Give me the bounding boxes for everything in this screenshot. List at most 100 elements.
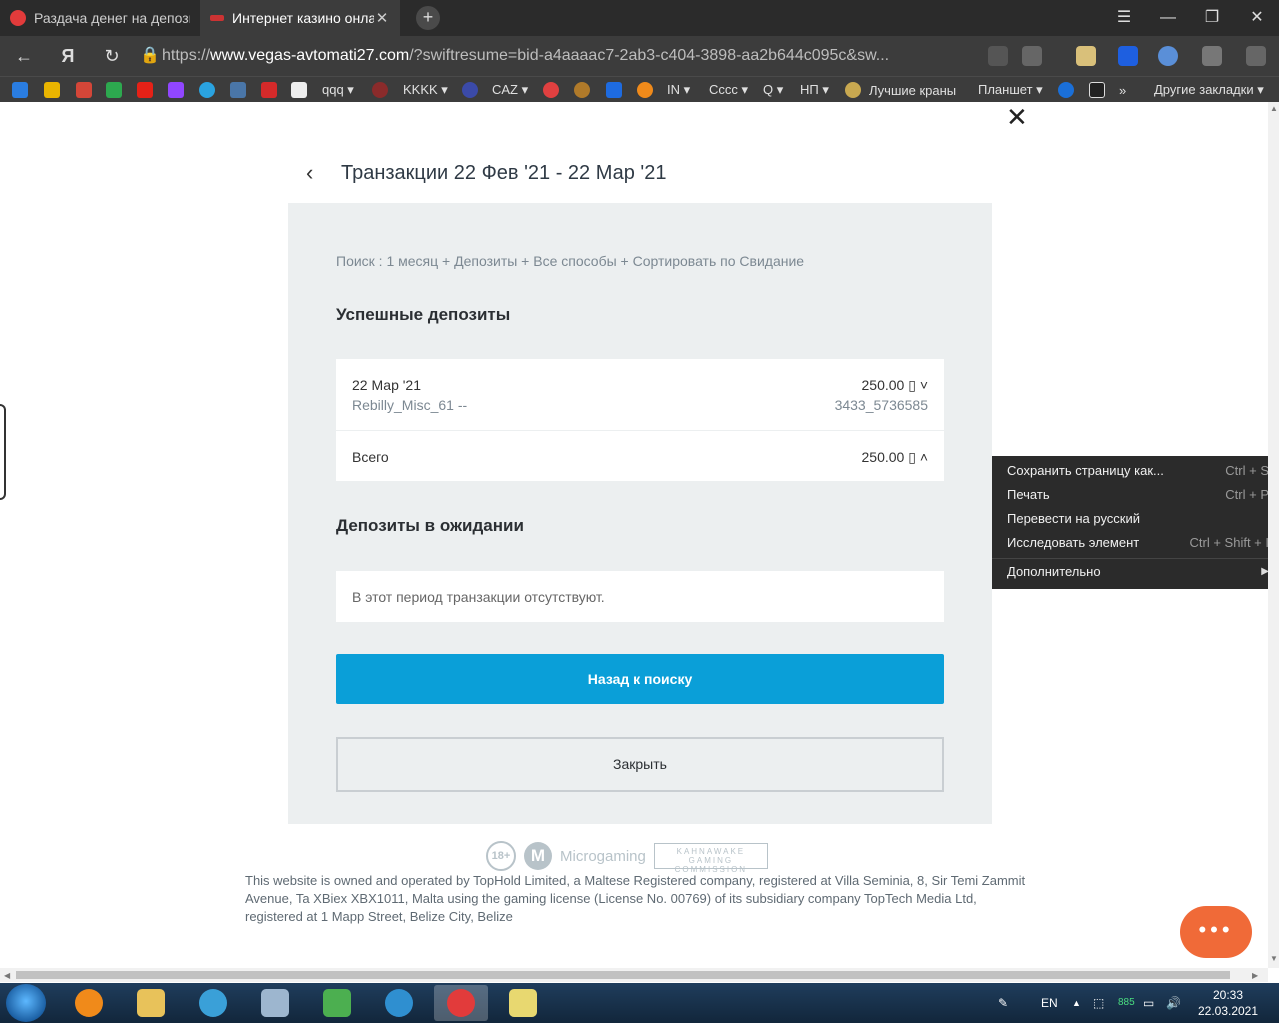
scroll-right-icon[interactable]: ▶	[1252, 971, 1258, 980]
url-field[interactable]: 🔒 https://www.vegas-avtomati27.com/?swift…	[140, 42, 980, 70]
bookmark-envelope-icon[interactable]	[44, 81, 60, 99]
bookmark-telegram-icon[interactable]	[199, 81, 215, 99]
bookmark-best-faucets[interactable]: Лучшие краны	[845, 81, 956, 99]
taskbar-app-yandex[interactable]	[434, 985, 488, 1021]
bookmark-gmail-icon[interactable]	[76, 81, 92, 99]
menu-label: Сохранить страницу как...	[1007, 463, 1164, 478]
vertical-scrollbar[interactable]: ▲ ▼	[1268, 102, 1279, 968]
scroll-left-icon[interactable]: ◀	[4, 971, 10, 980]
bookmark-coin-icon[interactable]	[574, 81, 590, 99]
shield-icon[interactable]	[1118, 46, 1138, 66]
taskbar-app-explorer[interactable]	[124, 985, 178, 1021]
menu-item-print[interactable]: Печать Ctrl + P	[1007, 484, 1269, 506]
total-amount[interactable]: 250.00 ▯ ˄	[862, 449, 928, 466]
bookmark-folder-in[interactable]: IN ▾	[667, 81, 690, 99]
chat-button[interactable]: •••	[1180, 906, 1252, 958]
transaction-amount[interactable]: 250.00 ▯ ˅	[862, 377, 928, 394]
close-button[interactable]: Закрыть	[336, 737, 944, 792]
bookmark-label: »	[1119, 82, 1127, 98]
lock-icon: 🔒	[140, 47, 160, 64]
yandex-browser-icon	[447, 989, 475, 1017]
close-window-button[interactable]: ✕	[1235, 0, 1279, 36]
start-button[interactable]	[6, 984, 46, 1022]
bookmark-f-icon[interactable]	[261, 81, 277, 99]
bookmark-p-icon[interactable]	[1058, 81, 1074, 99]
bookmark-folder-np[interactable]: НП ▾	[800, 81, 829, 99]
back-to-search-button[interactable]: Назад к поиску	[336, 654, 944, 704]
pen-tray-icon[interactable]: ✎	[998, 983, 1008, 1023]
translate-icon[interactable]	[988, 46, 1008, 66]
bookmark-drive-icon[interactable]	[106, 81, 122, 99]
new-tab-button[interactable]: +	[416, 6, 440, 30]
menu-item-translate[interactable]: Перевести на русский	[1007, 508, 1269, 530]
restore-button[interactable]: ❐	[1190, 0, 1234, 36]
bookmark-folder-kkkk[interactable]: KKKK ▾	[403, 81, 448, 99]
language-indicator[interactable]: EN	[1041, 983, 1058, 1023]
taskbar-app-globe[interactable]	[186, 985, 240, 1021]
bookmark-folder-tablet[interactable]: Планшет ▾	[978, 81, 1043, 99]
bookmark-folder-q[interactable]: Q ▾	[763, 81, 783, 99]
taskbar-app-avast[interactable]	[62, 985, 116, 1021]
download-icon[interactable]	[1246, 46, 1266, 66]
bookmark-twitch-icon[interactable]	[168, 81, 184, 99]
tab-online-casino[interactable]: Интернет казино онлайн ✕	[200, 0, 400, 36]
screenshot-tray-icon[interactable]: ⬚	[1093, 983, 1104, 1023]
horizontal-scrollbar[interactable]: ◀ ▶	[0, 968, 1268, 982]
menu-label: Дополнительно	[1007, 564, 1101, 579]
scroll-up-icon[interactable]: ▲	[1270, 104, 1278, 113]
tray-counter[interactable]: 885	[1118, 983, 1135, 1023]
collections-icon[interactable]	[1202, 46, 1222, 66]
bookmark-globe-icon[interactable]	[462, 81, 478, 99]
close-icon[interactable]: ✕	[1006, 104, 1028, 130]
reload-icon[interactable]: ↻	[100, 44, 124, 68]
pending-deposits-card: В этот период транзакции отсутствуют.	[336, 571, 944, 622]
clock[interactable]: 20:33 22.03.2021	[1193, 987, 1263, 1019]
taskbar-app-notes[interactable]	[496, 985, 550, 1021]
taskbar-app-calculator[interactable]	[248, 985, 302, 1021]
scroll-down-icon[interactable]: ▼	[1270, 954, 1278, 963]
bookmark-s-icon[interactable]	[606, 81, 622, 99]
bookmark-folder-qqq[interactable]: qqq ▾	[322, 81, 354, 99]
folder-icon	[137, 989, 165, 1017]
menu-shortcut: Ctrl + Shift + I	[1189, 535, 1269, 550]
volume-icon[interactable]: 🔊	[1166, 983, 1181, 1023]
transaction-method: Rebilly_Misc_61 --	[352, 397, 468, 413]
legal-text: This website is owned and operated by To…	[245, 873, 1026, 924]
menu-item-inspect[interactable]: Исследовать элемент Ctrl + Shift + I	[1007, 532, 1269, 554]
yandex-icon[interactable]: Я	[56, 44, 80, 68]
extension-icon[interactable]	[1158, 46, 1178, 66]
close-tab-icon[interactable]: ✕	[374, 9, 390, 27]
side-widget-tab[interactable]	[0, 404, 6, 500]
bookmark-g-icon[interactable]	[1089, 81, 1105, 99]
more-bookmarks-icon[interactable]: »	[1119, 81, 1126, 99]
minimize-button[interactable]: —	[1146, 0, 1190, 36]
taskbar-app-globe-2[interactable]	[372, 985, 426, 1021]
clock-date: 22.03.2021	[1197, 1004, 1259, 1018]
back-icon[interactable]: ←	[12, 44, 36, 68]
menu-item-more[interactable]: Дополнительно ▶	[1007, 561, 1269, 583]
globe-icon	[199, 989, 227, 1017]
bookmark-bow-icon[interactable]	[291, 81, 307, 99]
network-icon[interactable]: ▭	[1143, 983, 1154, 1023]
bookmark-folder-cccc[interactable]: Cccc ▾	[709, 81, 748, 99]
scroll-thumb[interactable]	[16, 971, 1230, 979]
taskbar: ✎ EN ▲ ⬚ 885 ▭ 🔊 20:33 22.03.2021	[0, 983, 1279, 1023]
menu-item-save-page[interactable]: Сохранить страницу как... Ctrl + S	[1007, 460, 1269, 482]
bookmark-icon[interactable]	[1022, 46, 1042, 66]
bookmark-other-bookmarks[interactable]: Другие закладки ▾	[1154, 81, 1264, 99]
bookmark-q-icon[interactable]	[637, 81, 653, 99]
taskbar-app-windows[interactable]	[310, 985, 364, 1021]
bookmark-chip-icon[interactable]	[372, 81, 388, 99]
tab-deposit-giveaway[interactable]: Раздача денег на депозит	[0, 0, 200, 36]
bookmark-youtube-icon[interactable]	[137, 81, 153, 99]
menu-icon[interactable]: ☰	[1102, 0, 1146, 36]
bookmark-vk-icon[interactable]	[230, 81, 246, 99]
show-hidden-icons-icon[interactable]: ▲	[1072, 983, 1081, 1023]
bookmark-label: Q ▾	[763, 82, 784, 97]
bookmark-folder-caz[interactable]: CAZ ▾	[492, 81, 528, 99]
microgaming-text: Microgaming	[560, 847, 646, 865]
pen-icon[interactable]	[1076, 46, 1096, 66]
back-chevron-icon[interactable]: ‹	[306, 160, 313, 186]
bookmark-casino-icon[interactable]	[543, 81, 559, 99]
bookmark-mail-icon[interactable]	[12, 81, 28, 99]
